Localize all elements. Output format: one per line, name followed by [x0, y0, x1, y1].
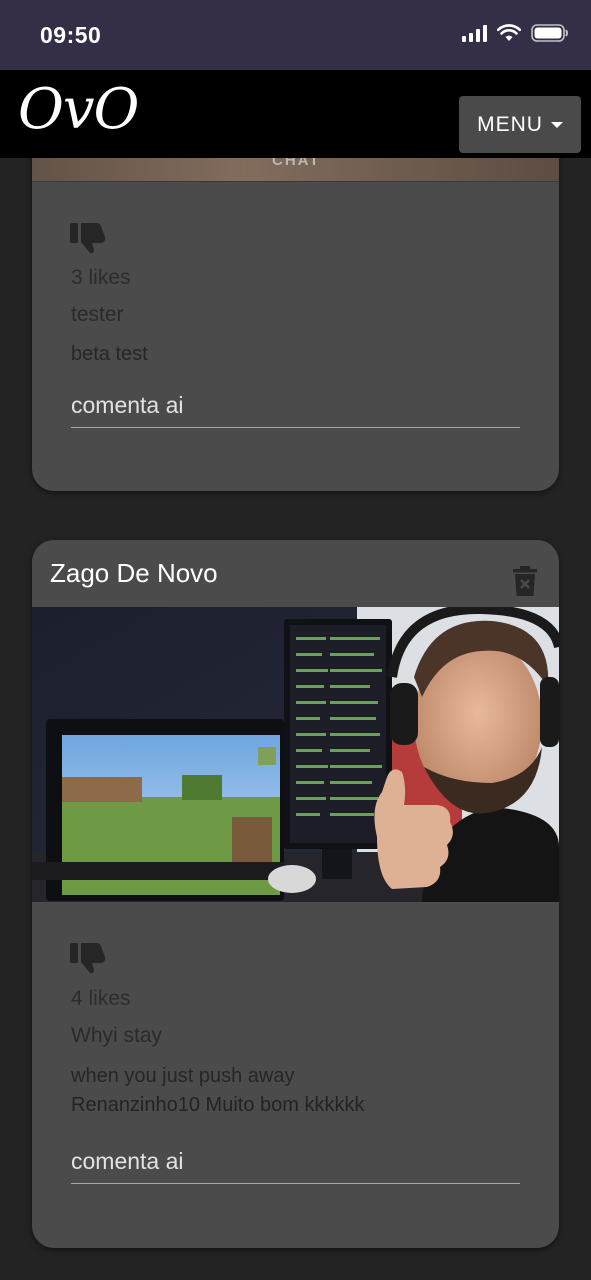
likes-count: 3 likes [71, 266, 131, 289]
post-card: Zago De Novo 4 likes Whyi stay when you … [32, 540, 559, 1248]
post-title: Zago De Novo [50, 558, 218, 588]
post-card: CHAT 3 likes tester beta test [32, 100, 559, 491]
post-caption: beta test [71, 343, 148, 365]
menu-label: MENU [477, 112, 543, 136]
caret-down-icon [550, 121, 563, 128]
wifi-icon [497, 24, 521, 41]
post-image[interactable] [32, 607, 559, 902]
post-author: Whyi stay [71, 1024, 163, 1047]
brand-logo[interactable]: OvO [18, 82, 139, 138]
comment-input[interactable] [71, 1140, 520, 1184]
battery-icon [531, 24, 568, 42]
comment-input[interactable] [71, 384, 520, 428]
thumbs-down-icon[interactable] [70, 940, 108, 974]
cellular-signal-icon [462, 24, 487, 42]
status-time: 09:50 [40, 22, 102, 48]
navbar: OvO MENU [0, 70, 591, 158]
likes-count: 4 likes [71, 987, 131, 1010]
status-icons [462, 24, 569, 42]
comment-item: Renanzinho10 Muito bom kkkkkk [71, 1094, 365, 1116]
thumbs-down-icon[interactable] [70, 220, 108, 254]
trash-icon[interactable] [513, 566, 537, 596]
post-caption: when you just push away [71, 1065, 295, 1087]
status-bar: 09:50 [0, 0, 591, 70]
menu-button[interactable]: MENU [459, 96, 581, 153]
post-author: tester [71, 303, 124, 326]
